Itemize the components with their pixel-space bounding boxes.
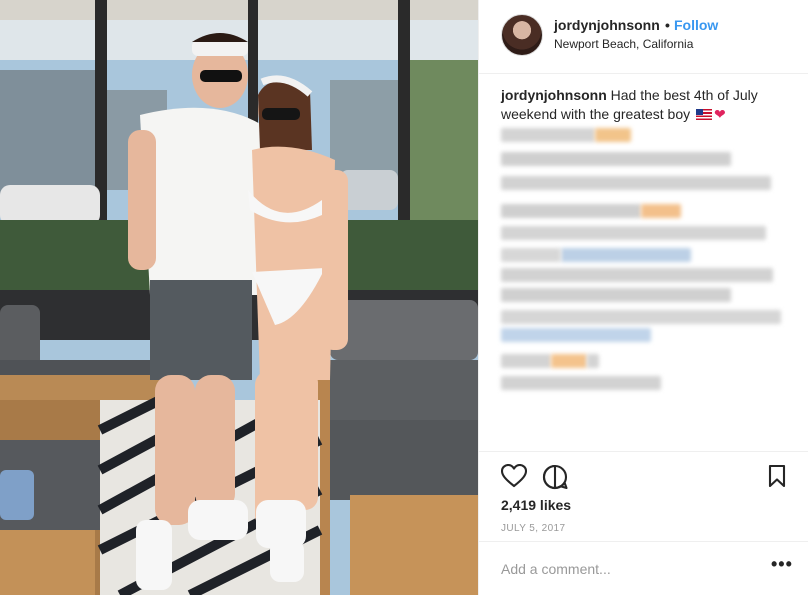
comment-icon[interactable] (542, 464, 568, 495)
action-bar (479, 451, 808, 490)
blurred-comment-line (501, 226, 766, 240)
comment-input[interactable] (501, 558, 741, 580)
red-heart-emoji-icon: ❤ (714, 106, 726, 122)
blurred-comment-line (501, 354, 551, 368)
avatar[interactable] (501, 14, 543, 56)
blurred-comment-line (641, 204, 681, 218)
likes-count[interactable]: 2,419 likes (501, 497, 571, 513)
post-header: jordynjohnsonn • Follow Newport Beach, C… (479, 0, 808, 74)
post-date: JULY 5, 2017 (501, 523, 566, 534)
us-flag-emoji-icon (696, 109, 713, 120)
username-link[interactable]: jordynjohnsonn (554, 17, 660, 33)
post-photo[interactable] (0, 0, 478, 595)
blurred-comment-line (587, 354, 599, 368)
blurred-comment-line (501, 288, 731, 302)
blurred-comment-line (501, 152, 731, 166)
more-options-icon[interactable]: ••• (771, 554, 793, 575)
heart-icon[interactable] (500, 463, 528, 493)
blurred-comment-line (501, 248, 561, 262)
blurred-comment-line (501, 328, 651, 342)
blurred-comment-line (561, 248, 691, 262)
caption-username[interactable]: jordynjohnsonn (501, 87, 607, 103)
photo-image (0, 0, 478, 595)
bookmark-icon[interactable] (768, 464, 786, 492)
comment-bar: ••• (479, 541, 808, 596)
location-link[interactable]: Newport Beach, California (554, 37, 693, 51)
blurred-comment-line (501, 268, 773, 282)
blurred-comment-line (501, 176, 771, 190)
blurred-comment-line (501, 376, 661, 390)
blurred-comment-line (501, 204, 641, 218)
post-sidebar: jordynjohnsonn • Follow Newport Beach, C… (478, 0, 808, 595)
caption: jordynjohnsonn Had the best 4th of July … (501, 86, 791, 124)
blurred-comment-line (501, 310, 781, 324)
blurred-comment-line (595, 128, 631, 142)
separator-dot: • (665, 17, 670, 33)
blurred-comment-line (501, 128, 595, 142)
blurred-comment-line (551, 354, 587, 368)
blurred-comments (501, 128, 791, 398)
follow-button[interactable]: Follow (674, 17, 718, 33)
